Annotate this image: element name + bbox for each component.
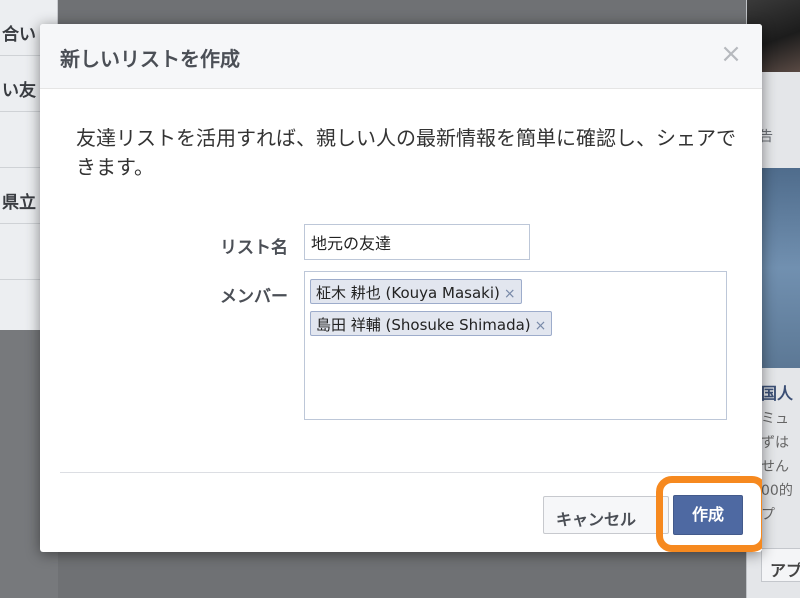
create-list-dialog: 新しいリストを作成 × 友達リストを活用すれば、親しい人の最新情報を簡単に確認し…: [40, 24, 762, 552]
background-side-text: ミュ: [761, 411, 789, 427]
background-side-text: せん: [761, 459, 789, 475]
remove-member-icon[interactable]: ×: [535, 318, 547, 334]
dialog-header: 新しいリストを作成 ×: [40, 24, 762, 89]
create-button[interactable]: 作成: [673, 495, 743, 535]
member-token-name: 柾木 耕也 (Kouya Masaki): [316, 284, 500, 302]
dialog-title: 新しいリストを作成: [60, 47, 240, 71]
dialog-description: 友達リストを活用すれば、親しい人の最新情報を簡単に確認し、シェアできます。: [76, 126, 736, 179]
list-name-label: リスト名: [220, 238, 288, 258]
background-app-button: アプ: [761, 548, 800, 582]
footer-divider: [60, 472, 740, 473]
members-input[interactable]: 柾木 耕也 (Kouya Masaki) × 島田 祥輔 (Shosuke Shi…: [304, 271, 727, 420]
list-name-input[interactable]: [304, 224, 530, 260]
cancel-button[interactable]: キャンセル: [543, 496, 669, 534]
member-token-name: 島田 祥輔 (Shosuke Shimada): [316, 316, 531, 334]
close-icon[interactable]: ×: [718, 40, 744, 68]
background-side-text: ずは: [761, 435, 789, 451]
remove-member-icon[interactable]: ×: [504, 286, 516, 302]
member-token: 柾木 耕也 (Kouya Masaki) ×: [310, 279, 522, 304]
background-side-text: 00的: [761, 483, 793, 499]
background-side-text: プ: [761, 507, 775, 523]
member-token: 島田 祥輔 (Shosuke Shimada) ×: [310, 311, 553, 336]
background-side-title: 国人: [761, 384, 794, 403]
background-ad-banner: [761, 168, 800, 368]
members-label: メンバー: [220, 287, 288, 307]
